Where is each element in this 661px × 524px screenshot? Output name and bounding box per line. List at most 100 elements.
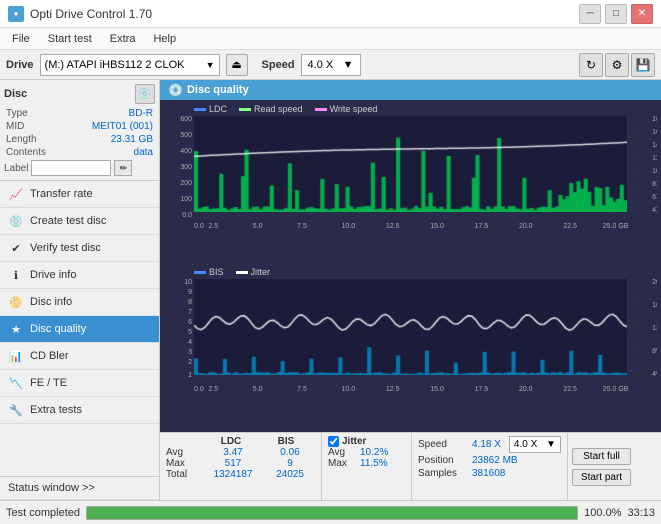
cd-bler-icon: 📊 (8, 348, 24, 364)
svg-text:17.5: 17.5 (475, 223, 489, 230)
sidebar-item-label-verify-test-disc: Verify test disc (30, 242, 101, 254)
samples-value: 381608 (472, 468, 505, 479)
write-speed-legend: Write speed (315, 104, 378, 114)
menu-extra[interactable]: Extra (102, 31, 144, 47)
svg-text:20.0: 20.0 (519, 223, 533, 230)
stats-bar: LDC BIS Avg 3.47 0.06 Max 517 9 Total 13… (160, 432, 661, 500)
total-label: Total (166, 469, 201, 480)
svg-text:9: 9 (188, 289, 192, 296)
bis-max: 9 (265, 458, 315, 469)
sidebar: Disc 💿 Type BD-R MID MEIT01 (001) Length… (0, 80, 160, 500)
bis-avg: 0.06 (265, 447, 315, 458)
start-part-button[interactable]: Start part (572, 469, 631, 486)
label-label: Label (4, 163, 28, 174)
label-edit-button[interactable]: ✏ (114, 160, 132, 176)
svg-text:25.0 GB: 25.0 GB (603, 386, 629, 393)
status-time: 33:13 (627, 507, 655, 519)
refresh-button[interactable]: ↻ (579, 53, 603, 77)
disc-quality-icon: ★ (8, 321, 24, 337)
settings-button[interactable]: ⚙ (605, 53, 629, 77)
speed-dropdown2[interactable]: 4.0 X ▼ (509, 436, 561, 453)
label-input[interactable] (31, 160, 111, 176)
svg-text:22.5: 22.5 (563, 223, 577, 230)
sidebar-item-cd-bler[interactable]: 📊 CD Bler (0, 343, 159, 370)
svg-text:16X: 16X (652, 129, 657, 136)
bis-legend: BIS (194, 267, 224, 277)
disc-quality-title: Disc quality (187, 84, 249, 96)
save-button[interactable]: 💾 (631, 53, 655, 77)
speed-dropdown2-chevron: ▼ (546, 439, 556, 450)
svg-text:600: 600 (180, 116, 192, 123)
main-content: Disc 💿 Type BD-R MID MEIT01 (001) Length… (0, 80, 661, 500)
sidebar-item-drive-info[interactable]: ℹ Drive info (0, 262, 159, 289)
svg-text:7.5: 7.5 (297, 386, 307, 393)
maximize-button[interactable]: □ (605, 4, 627, 24)
jitter-max-label: Max (328, 458, 358, 469)
svg-text:22.5: 22.5 (563, 386, 577, 393)
samples-label: Samples (418, 468, 468, 479)
speed-value: 4.18 X (472, 439, 501, 450)
menu-start-test[interactable]: Start test (40, 31, 100, 47)
svg-text:15.0: 15.0 (430, 386, 444, 393)
svg-text:5.0: 5.0 (253, 386, 263, 393)
svg-text:400: 400 (180, 148, 192, 155)
status-window-button[interactable]: Status window >> (0, 476, 159, 500)
titlebar: ● Opti Drive Control 1.70 ─ □ ✕ (0, 0, 661, 28)
drive-dropdown[interactable]: (M:) ATAPI iHBS112 2 CLOK ▼ (40, 54, 220, 76)
speed-dropdown[interactable]: 4.0 X ▼ (301, 54, 361, 76)
sidebar-item-disc-info[interactable]: 📀 Disc info (0, 289, 159, 316)
position-label: Position (418, 455, 468, 466)
sidebar-item-fe-te[interactable]: 📉 FE / TE (0, 370, 159, 397)
sidebar-item-verify-test-disc[interactable]: ✔ Verify test disc (0, 235, 159, 262)
ldc-bis-section: LDC BIS Avg 3.47 0.06 Max 517 9 Total 13… (160, 433, 322, 500)
close-button[interactable]: ✕ (631, 4, 653, 24)
svg-text:0.0: 0.0 (194, 223, 204, 230)
jitter-section: Jitter Avg 10.2% Max 11.5% (322, 433, 412, 500)
svg-text:2: 2 (188, 359, 192, 366)
minimize-button[interactable]: ─ (579, 4, 601, 24)
menu-file[interactable]: File (4, 31, 38, 47)
jitter-avg-label: Avg (328, 447, 358, 458)
read-speed-legend-label: Read speed (254, 104, 303, 114)
jitter-legend-label: Jitter (251, 267, 271, 277)
write-speed-legend-label: Write speed (330, 104, 378, 114)
jitter-avg: 10.2% (360, 447, 388, 458)
chart2-area: 10 9 8 7 6 5 4 3 2 1 20% 16% 12% (164, 279, 657, 394)
sidebar-item-label-create-test-disc: Create test disc (30, 215, 106, 227)
svg-text:1: 1 (188, 372, 192, 379)
svg-text:15.0: 15.0 (430, 223, 444, 230)
menu-help[interactable]: Help (145, 31, 184, 47)
sidebar-item-label-transfer-rate: Transfer rate (30, 188, 93, 200)
drive-toolbar: Drive (M:) ATAPI iHBS112 2 CLOK ▼ ⏏ Spee… (0, 50, 661, 80)
status-window-label: Status window >> (8, 482, 95, 494)
svg-text:0.0: 0.0 (182, 212, 192, 219)
disc-panel: Disc 💿 Type BD-R MID MEIT01 (001) Length… (0, 80, 159, 181)
position-value: 23862 MB (472, 455, 518, 466)
mid-value: MEIT01 (001) (92, 121, 153, 132)
svg-text:6: 6 (188, 319, 192, 326)
sidebar-item-create-test-disc[interactable]: 💿 Create test disc (0, 208, 159, 235)
speed-dropdown2-value: 4.0 X (514, 439, 537, 450)
ldc-avg: 3.47 (203, 447, 263, 458)
sidebar-item-label-cd-bler: CD Bler (30, 350, 69, 362)
start-buttons: Start full Start part (568, 433, 635, 500)
chart2-canvas (194, 279, 627, 375)
bis-legend-label: BIS (209, 267, 224, 277)
ldc-legend: LDC (194, 104, 227, 114)
sidebar-item-transfer-rate[interactable]: 📈 Transfer rate (0, 181, 159, 208)
sidebar-item-disc-quality[interactable]: ★ Disc quality (0, 316, 159, 343)
chart1-canvas (194, 116, 627, 212)
disc-icon-btn[interactable]: 💿 (135, 84, 155, 104)
jitter-checkbox[interactable] (328, 436, 339, 447)
chart2-wrapper: BIS Jitter 10 (164, 267, 657, 428)
max-label: Max (166, 458, 201, 469)
app-title: Opti Drive Control 1.70 (30, 7, 152, 21)
disc-quality-header: 💿 Disc quality (160, 80, 661, 100)
eject-button[interactable]: ⏏ (226, 54, 248, 76)
read-speed-legend: Read speed (239, 104, 303, 114)
start-full-button[interactable]: Start full (572, 448, 631, 465)
svg-text:500: 500 (180, 132, 192, 139)
sidebar-item-extra-tests[interactable]: 🔧 Extra tests (0, 397, 159, 424)
svg-text:8%: 8% (652, 348, 657, 355)
speed-label: Speed (262, 59, 295, 71)
